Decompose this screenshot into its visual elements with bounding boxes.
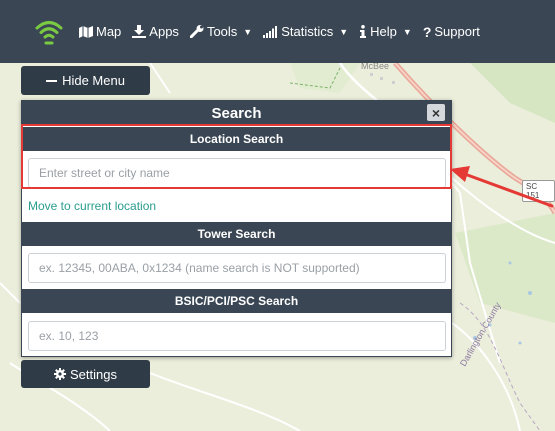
question-icon: ? — [422, 23, 432, 40]
tower-search-input[interactable] — [28, 253, 446, 283]
nav-tools[interactable]: Tools ▼ — [189, 24, 253, 39]
minus-icon — [46, 79, 58, 82]
chevron-down-icon: ▼ — [402, 26, 412, 37]
nav-statistics[interactable]: Statistics ▼ — [263, 24, 348, 39]
bsic-search-input[interactable] — [28, 321, 446, 351]
nav-apps[interactable]: Apps — [132, 24, 179, 39]
hide-menu-button[interactable]: Hide Menu — [21, 66, 150, 95]
bsic-search-title: BSIC/PCI/PSC Search — [174, 294, 299, 308]
nav-apps-label: Apps — [149, 24, 179, 39]
wifi-logo-icon[interactable] — [35, 18, 63, 46]
settings-label: Settings — [70, 366, 117, 382]
navbar: Map Apps Tools ▼ Statistics ▼ Help ▼ ? S… — [0, 0, 555, 63]
location-search-input[interactable] — [28, 158, 446, 188]
nav-help[interactable]: Help ▼ — [359, 24, 412, 39]
tower-search-title: Tower Search — [197, 227, 276, 241]
chevron-down-icon: ▼ — [243, 26, 253, 37]
nav-map-label: Map — [96, 24, 122, 39]
location-search-title: Location Search — [189, 132, 284, 146]
annotation-arrow-icon — [450, 166, 554, 208]
nav-tools-label: Tools — [206, 24, 238, 39]
close-button[interactable]: × — [427, 104, 445, 121]
nav-support[interactable]: ? Support — [423, 24, 480, 40]
settings-button[interactable]: Settings — [21, 360, 150, 388]
signal-bars-icon — [263, 25, 278, 38]
gear-icon — [54, 368, 66, 380]
nav-statistics-label: Statistics — [281, 24, 334, 39]
bsic-search-header: BSIC/PCI/PSC Search — [22, 289, 451, 313]
nav-support-label: Support — [434, 24, 480, 39]
info-icon — [360, 25, 367, 38]
map-icon — [79, 25, 93, 38]
tower-search-header: Tower Search — [22, 222, 451, 246]
location-search-header: Location Search — [22, 127, 451, 151]
chevron-down-icon: ▼ — [339, 26, 349, 37]
search-panel-title: Search — [211, 104, 262, 122]
nav-help-label: Help — [370, 24, 397, 39]
download-icon — [132, 25, 147, 38]
nav-map[interactable]: Map — [79, 24, 121, 39]
hide-menu-label: Hide Menu — [62, 73, 125, 88]
search-panel-header: Search × — [22, 101, 451, 125]
wrench-icon — [189, 25, 204, 38]
map-town-label: McBee — [361, 63, 390, 71]
search-panel: Search × Location Search Move to current… — [21, 100, 452, 357]
close-icon: × — [431, 104, 441, 121]
move-to-current-location-link[interactable]: Move to current location — [28, 199, 156, 213]
